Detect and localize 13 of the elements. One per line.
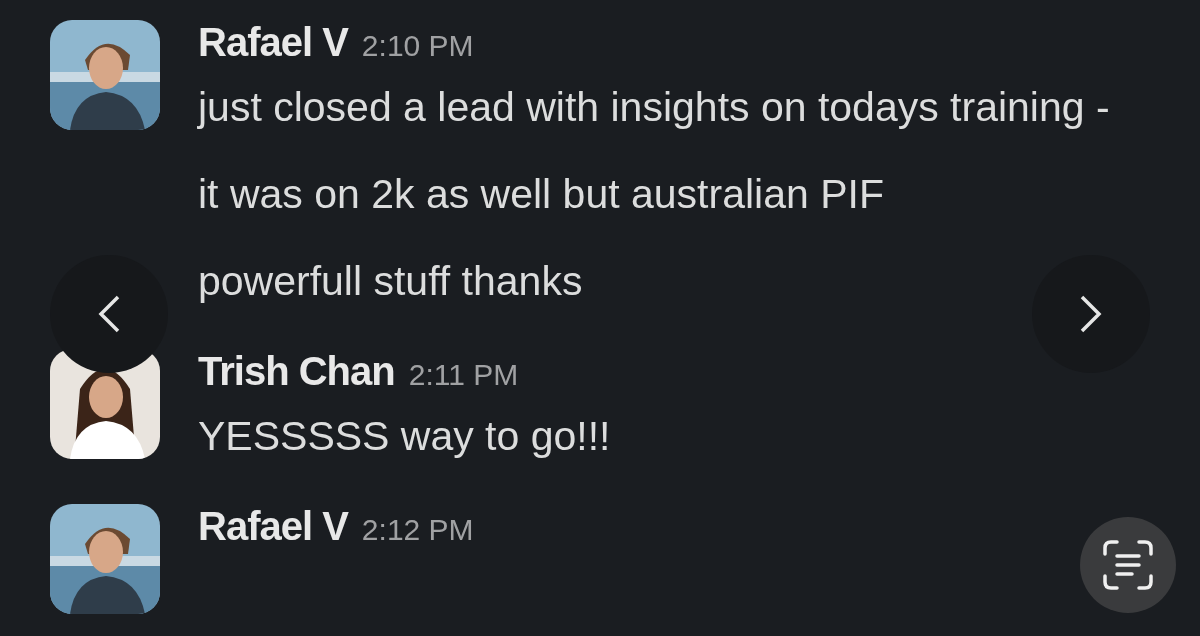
message-text: YESSSSS way to go!!! xyxy=(198,412,611,461)
message-time: 2:10 PM xyxy=(361,29,474,63)
scan-text-icon xyxy=(1102,539,1154,591)
author-name[interactable]: Trish Chan xyxy=(198,349,395,394)
message-text: it was on 2k as well but australian PIF xyxy=(198,170,884,219)
message-text: just closed a lead with insights on todays training - xyxy=(198,83,1110,132)
chevron-right-icon xyxy=(1078,294,1104,334)
author-name[interactable]: Rafael V xyxy=(198,20,348,65)
message-text: powerfull stuff thanks xyxy=(198,257,583,306)
message-time: 2:12 PM xyxy=(361,513,474,547)
chevron-left-icon xyxy=(96,294,122,334)
message-time: 2:11 PM xyxy=(408,358,519,392)
author-name[interactable]: Rafael V xyxy=(198,504,348,549)
